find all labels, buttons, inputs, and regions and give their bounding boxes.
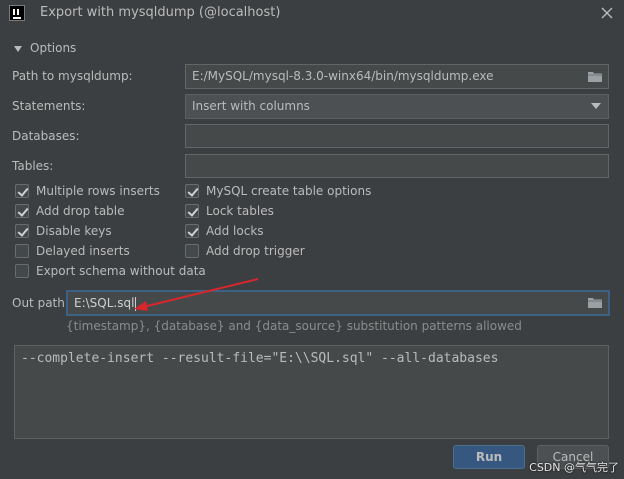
command-text: --complete-insert --result-file="E:\\SQL… <box>21 351 499 366</box>
command-preview: --complete-insert --result-file="E:\\SQL… <box>14 345 609 439</box>
csdn-watermark: CSDN @气气完了 <box>529 461 619 474</box>
run-button[interactable]: Run <box>453 445 525 469</box>
